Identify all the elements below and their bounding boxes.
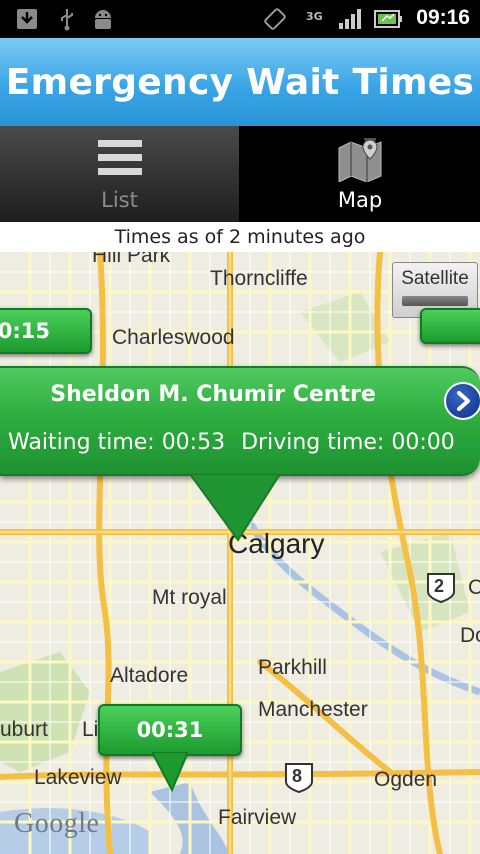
waiting-time: Waiting time: 00:53: [8, 430, 226, 455]
place-label-thorncliffe: Thorncliffe: [210, 267, 308, 290]
tab-bar: List Map: [0, 126, 480, 222]
map-icon: [337, 132, 383, 186]
tab-map-label: Map: [337, 188, 383, 212]
download-icon: [16, 7, 38, 31]
battery-icon: [374, 7, 402, 31]
highway-2-label: 2: [434, 576, 445, 596]
satellite-toggle-indicator: [402, 296, 468, 306]
details-arrow-button[interactable]: [444, 382, 480, 420]
update-time-label: Times as of 2 minutes ago: [0, 222, 480, 252]
network-type: 3G: [306, 9, 323, 23]
list-icon: [97, 138, 142, 182]
hospital-callout[interactable]: Sheldon M. Chumir Centre Waiting time: 0…: [0, 366, 480, 476]
place-label-auburn: uburt: [0, 718, 48, 741]
place-label-ogden: Ogden: [374, 768, 438, 791]
marker-wait-time: 00:15: [0, 319, 50, 343]
place-label-partial-c: C: [468, 576, 480, 599]
hospital-marker[interactable]: 00:31: [98, 704, 242, 756]
status-bar: 3G 09:16: [0, 0, 480, 38]
place-label-parkhill: Parkhill: [258, 656, 327, 679]
map-view[interactable]: 2 8 Hill Park Thorncliffe Charleswood Ca…: [0, 252, 480, 854]
title-bar: Emergency Wait Times: [0, 38, 480, 126]
app-title: Emergency Wait Times: [5, 61, 475, 103]
satellite-label: Satellite: [401, 268, 469, 289]
clock: 09:16: [416, 6, 470, 29]
place-label-partial-right: Do: [460, 624, 480, 647]
highway-8-label: 8: [292, 766, 303, 786]
hospital-marker-partial[interactable]: [420, 308, 480, 344]
place-label-charleswood: Charleswood: [112, 326, 235, 349]
place-label-hill-park: Hill Park: [92, 252, 171, 267]
chevron-right-icon: [457, 391, 470, 411]
tab-list[interactable]: List: [0, 126, 240, 222]
rotate-icon: [262, 7, 288, 31]
place-label-lakeview: Lakeview: [34, 766, 122, 789]
place-label-partial: Li: [82, 718, 99, 741]
callout-times: Waiting time: 00:53 Driving time: 00:00: [8, 430, 455, 455]
callout-pointer: [190, 474, 280, 542]
place-label-fairview: Fairview: [218, 806, 297, 829]
signal-icon: [338, 7, 364, 31]
place-label-mt-royal: Mt royal: [152, 586, 227, 609]
usb-icon: [58, 7, 76, 31]
driving-time: Driving time: 00:00: [241, 430, 455, 455]
place-label-manchester: Manchester: [258, 698, 368, 721]
hospital-marker[interactable]: 00:15: [0, 308, 92, 354]
hospital-name: Sheldon M. Chumir Centre: [50, 382, 376, 407]
place-label-altadore: Altadore: [110, 664, 189, 687]
tab-map[interactable]: Map: [240, 126, 480, 222]
marker-wait-time: 00:31: [136, 718, 204, 742]
google-logo: Google: [14, 808, 100, 839]
marker-pointer: [152, 752, 188, 792]
android-icon: [92, 7, 114, 31]
tab-list-label: List: [101, 188, 138, 212]
